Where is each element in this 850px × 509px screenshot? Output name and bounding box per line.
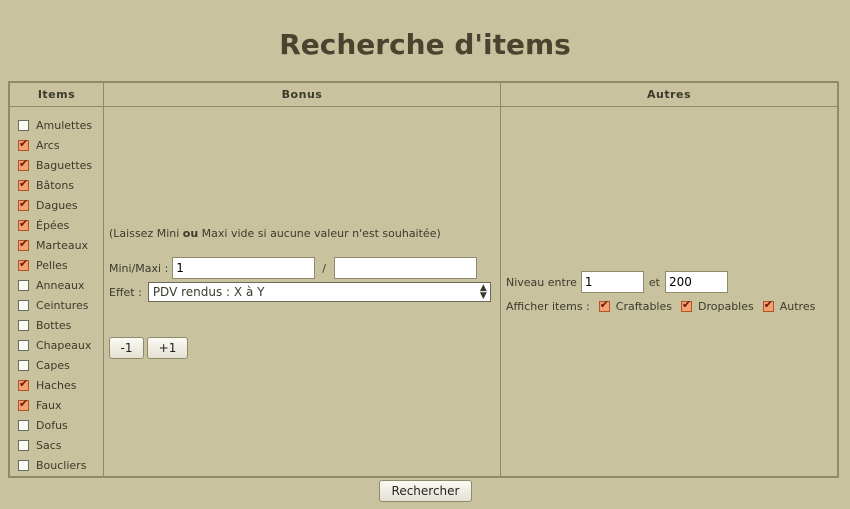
item-checkbox[interactable] bbox=[18, 279, 29, 291]
item-checkbox[interactable] bbox=[18, 119, 29, 131]
level-and-label: et bbox=[648, 275, 660, 289]
item-row[interactable]: Ceintures bbox=[18, 295, 92, 315]
effect-row: Effet : PDV rendus : X à Y ▲ ▼ bbox=[109, 282, 491, 302]
bonus-column: Bonus (Laissez Mini ou Maxi vide si aucu… bbox=[104, 83, 501, 476]
effect-selected-value: PDV rendus : X à Y bbox=[152, 285, 265, 299]
item-row[interactable]: Dofus bbox=[18, 415, 92, 435]
show-items-label: Afficher items : bbox=[506, 300, 590, 313]
item-label: Sacs bbox=[36, 438, 62, 452]
filter-checkbox[interactable] bbox=[598, 298, 610, 312]
effect-label: Effet : bbox=[109, 285, 142, 299]
item-row[interactable]: Bottes bbox=[18, 315, 92, 335]
min-input[interactable] bbox=[172, 257, 316, 279]
item-checkbox[interactable] bbox=[18, 257, 29, 271]
item-label: Baguettes bbox=[36, 158, 93, 172]
item-label: Bottes bbox=[36, 318, 72, 332]
item-row[interactable]: Pelles bbox=[18, 255, 92, 275]
effect-select[interactable]: PDV rendus : X à Y ▲ ▼ bbox=[147, 282, 491, 302]
level-max-input[interactable] bbox=[664, 271, 728, 293]
autres-column: Autres Niveau entre et Afficher items : … bbox=[501, 83, 837, 476]
level-label: Niveau entre bbox=[506, 275, 577, 289]
item-label: Amulettes bbox=[36, 118, 93, 132]
item-label: Faux bbox=[36, 398, 62, 412]
filter-checkbox[interactable] bbox=[762, 298, 774, 312]
add-bonus-button[interactable]: +1 bbox=[147, 337, 188, 359]
item-checkbox[interactable] bbox=[18, 459, 29, 471]
item-row[interactable]: Dagues bbox=[18, 195, 92, 215]
level-min-input[interactable] bbox=[580, 271, 644, 293]
item-row[interactable]: Boucliers bbox=[18, 455, 92, 475]
item-label: Boucliers bbox=[36, 458, 87, 472]
remove-bonus-button[interactable]: -1 bbox=[109, 337, 144, 359]
item-row[interactable]: Épées bbox=[18, 215, 92, 235]
item-checkbox[interactable] bbox=[18, 197, 29, 211]
item-label: Marteaux bbox=[36, 238, 89, 252]
items-column: Items Amulettes Arcs Baguettes Bâtons Dagues… bbox=[10, 83, 104, 476]
item-label: Épées bbox=[36, 218, 70, 232]
search-button[interactable]: Rechercher bbox=[379, 480, 472, 502]
filter-label: Dropables bbox=[697, 300, 754, 313]
item-label: Dofus bbox=[36, 418, 68, 432]
item-label: Haches bbox=[36, 378, 77, 392]
item-label: Chapeaux bbox=[36, 338, 92, 352]
item-checkbox[interactable] bbox=[18, 377, 29, 391]
item-checkbox[interactable] bbox=[18, 339, 29, 351]
filter-label: Autres bbox=[779, 300, 816, 313]
page-title: Recherche d'items bbox=[279, 28, 571, 61]
item-row[interactable]: Amulettes bbox=[18, 115, 92, 135]
item-row[interactable]: Capes bbox=[18, 355, 92, 375]
items-header: Items bbox=[10, 83, 103, 107]
item-checkbox[interactable] bbox=[18, 177, 29, 191]
filter-checkbox[interactable] bbox=[680, 298, 692, 312]
item-label: Pelles bbox=[36, 258, 68, 272]
item-row[interactable]: Faux bbox=[18, 395, 92, 415]
item-row[interactable]: Arcs bbox=[18, 135, 92, 155]
bonus-header: Bonus bbox=[104, 83, 500, 107]
item-checkbox[interactable] bbox=[18, 217, 29, 231]
item-label: Arcs bbox=[36, 138, 60, 152]
item-label: Bâtons bbox=[36, 178, 75, 192]
item-label: Ceintures bbox=[36, 298, 89, 312]
bonus-buttons: -1 +1 bbox=[109, 337, 188, 359]
show-items-row: Afficher items : Craftables Dropables Autr… bbox=[506, 298, 816, 313]
minmax-label: Mini/Maxi : bbox=[109, 261, 169, 275]
item-row[interactable]: Sacs bbox=[18, 435, 92, 455]
items-list: Amulettes Arcs Baguettes Bâtons Dagues Épées M… bbox=[18, 115, 92, 475]
search-form-table: Items Amulettes Arcs Baguettes Bâtons Dagues… bbox=[8, 81, 839, 478]
minmax-note: (Laissez Mini ou Maxi vide si aucune val… bbox=[109, 227, 441, 240]
item-checkbox[interactable] bbox=[18, 319, 29, 331]
note-prefix: (Laissez Mini bbox=[109, 227, 183, 240]
item-label: Dagues bbox=[36, 198, 78, 212]
item-row[interactable]: Chapeaux bbox=[18, 335, 92, 355]
item-checkbox[interactable] bbox=[18, 299, 29, 311]
item-checkbox[interactable] bbox=[18, 419, 29, 431]
item-row[interactable]: Haches bbox=[18, 375, 92, 395]
item-checkbox[interactable] bbox=[18, 439, 29, 451]
note-bold: ou bbox=[182, 227, 199, 240]
filter-label: Craftables bbox=[615, 300, 672, 313]
item-row[interactable]: Baguettes bbox=[18, 155, 92, 175]
autres-header: Autres bbox=[501, 83, 837, 107]
max-input[interactable] bbox=[334, 257, 477, 279]
item-row[interactable]: Anneaux bbox=[18, 275, 92, 295]
level-row: Niveau entre et bbox=[506, 271, 728, 293]
minmax-separator: / bbox=[322, 261, 326, 275]
item-label: Anneaux bbox=[36, 278, 85, 292]
item-checkbox[interactable] bbox=[18, 397, 29, 411]
item-checkbox[interactable] bbox=[18, 359, 29, 371]
minmax-row: Mini/Maxi : / bbox=[109, 257, 477, 279]
item-checkbox[interactable] bbox=[18, 137, 29, 151]
item-label: Capes bbox=[36, 358, 70, 372]
item-checkbox[interactable] bbox=[18, 237, 29, 251]
note-suffix: Maxi vide si aucune valeur n'est souhait… bbox=[198, 227, 441, 240]
item-row[interactable]: Marteaux bbox=[18, 235, 92, 255]
select-spinner-icon: ▲ ▼ bbox=[479, 283, 487, 301]
item-checkbox[interactable] bbox=[18, 157, 29, 171]
item-row[interactable]: Bâtons bbox=[18, 175, 92, 195]
